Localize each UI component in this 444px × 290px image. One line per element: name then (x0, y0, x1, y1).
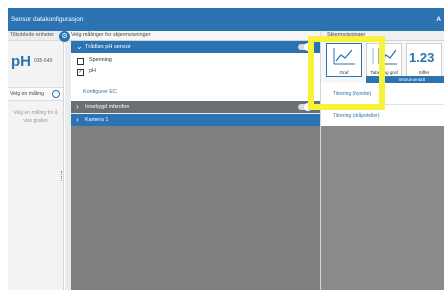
list-item-label: Titrering (dråpeteller) (333, 113, 380, 119)
sensor-range: 035-640 (34, 58, 53, 64)
group-label: Kamera 1 (85, 117, 109, 123)
sensor-symbol[interactable]: pH (11, 53, 31, 70)
title-bar: Sensor datakonfigurasjon A (8, 8, 444, 31)
right-empty-area (321, 126, 444, 290)
connected-devices-header: Tilkoblede enheter (8, 31, 63, 41)
middle-empty-area (71, 126, 320, 290)
settings-gear-icon[interactable]: ⚙ (59, 31, 70, 42)
checkbox-unchecked-icon[interactable] (77, 58, 84, 65)
group-row-camera[interactable]: › Kamera 1 (71, 114, 320, 126)
chevron-right-icon: › (76, 115, 79, 124)
highlight-box (308, 36, 385, 110)
select-measurement-row[interactable]: Velg en måling (8, 87, 63, 101)
sensor-group-row[interactable]: ⌄ Trådløs pH sensor (71, 41, 320, 53)
measurement-selection-panel: Velg målinger for skjermvisninger ⚙ ⌄ Tr… (59, 31, 320, 290)
strip-label: Instrumentalt (398, 77, 425, 82)
group-row-microphone[interactable]: › Innebygd mikrofon (71, 101, 320, 113)
tile-label: Siffer (418, 70, 430, 75)
digits-icon: 1.23 (409, 50, 435, 65)
measurement-selection-header: Velg målinger for skjermvisninger (65, 31, 320, 41)
chevron-down-icon: ⌄ (76, 42, 83, 51)
option-label: pH (89, 68, 96, 74)
window-title: Sensor datakonfigurasjon (11, 16, 84, 23)
radio-circle-icon[interactable] (52, 90, 60, 98)
app-window: Sensor datakonfigurasjon A Tilkoblede en… (8, 8, 444, 290)
connected-devices-panel: Tilkoblede enheter pH 035-640 Velg en må… (8, 31, 64, 290)
chevron-right-icon: › (76, 102, 79, 111)
group-label: Innebygd mikrofon (85, 104, 130, 110)
tile-digits[interactable]: 1.23 Siffer (406, 43, 442, 77)
option-label: Spenning (89, 57, 112, 63)
left-hint-text: Velg en måling for å vise grafen (13, 110, 58, 124)
checkbox-checked-icon[interactable]: ✓ (77, 69, 84, 76)
configure-link[interactable]: Konfigurer EC (83, 89, 117, 95)
select-measurement-label: Velg en måling (10, 91, 45, 97)
sensor-group-label: Trådløs pH sensor (85, 44, 131, 50)
measurement-options-list: Spenning ✓ pH Konfigurer EC (71, 53, 320, 101)
resize-grip-left[interactable] (61, 171, 64, 181)
title-corner-label[interactable]: A (436, 16, 441, 23)
